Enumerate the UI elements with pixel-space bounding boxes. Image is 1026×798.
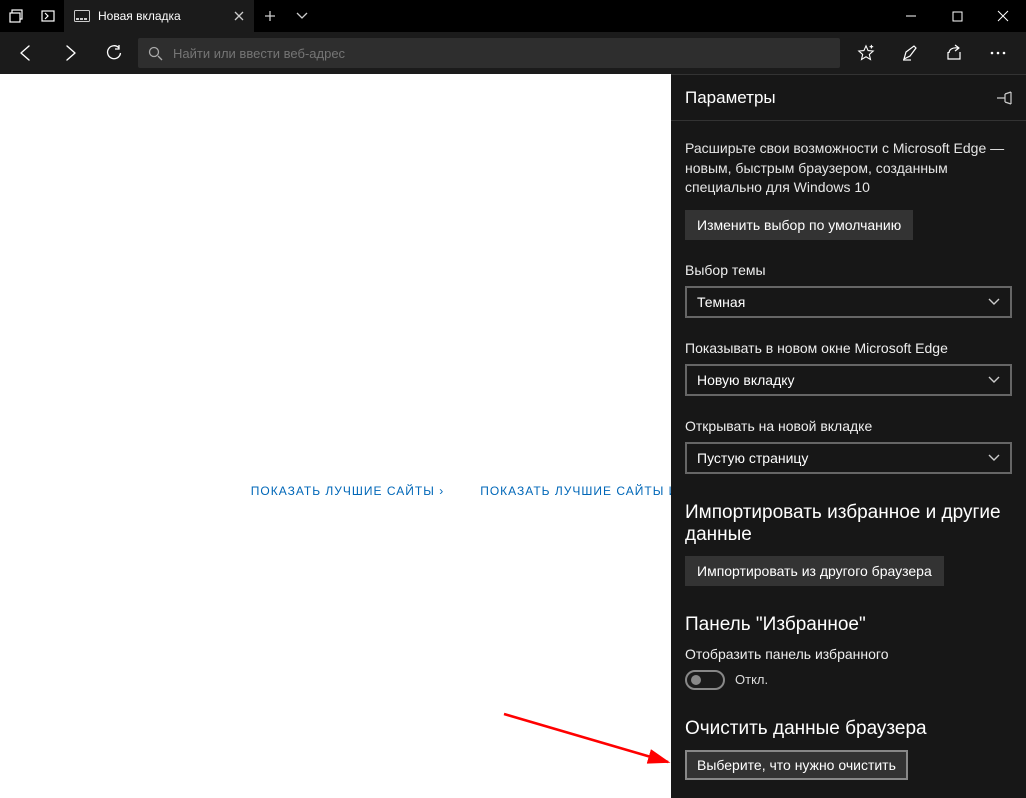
theme-label: Выбор темы	[685, 262, 1012, 278]
share-button[interactable]	[932, 33, 976, 73]
theme-select-value: Темная	[697, 294, 745, 310]
import-heading: Импортировать избранное и другие данные	[685, 502, 1012, 546]
annotation-arrow	[500, 710, 680, 770]
notes-button[interactable]	[888, 33, 932, 73]
open-new-tab-label: Открывать на новой вкладке	[685, 418, 1012, 434]
clear-data-heading: Очистить данные браузера	[685, 718, 1012, 740]
open-new-tab-select[interactable]: Пустую страницу	[685, 442, 1012, 474]
new-tab-button[interactable]	[254, 0, 286, 32]
window-minimize-button[interactable]	[888, 0, 934, 32]
chevron-down-icon	[988, 298, 1000, 306]
settings-panel-header: Параметры	[671, 75, 1026, 121]
tab-preview-icon[interactable]	[0, 0, 32, 32]
show-favorites-label: Отобразить панель избранного	[685, 646, 1012, 662]
promo-text: Расширьте свои возможности с Microsoft E…	[685, 139, 1012, 198]
back-button[interactable]	[6, 33, 46, 73]
tabs-dropdown-icon[interactable]	[286, 0, 318, 32]
show-top-sites-link[interactable]: ПОКАЗАТЬ ЛУЧШИЕ САЙТЫ ›	[251, 484, 444, 498]
forward-button[interactable]	[50, 33, 90, 73]
browser-tab[interactable]: Новая вкладка	[64, 0, 254, 32]
toolbar	[0, 32, 1026, 74]
toggle-off-label: Откл.	[735, 672, 768, 687]
settings-panel: Параметры Расширьте свои возможности с M…	[671, 74, 1026, 798]
window-close-button[interactable]	[980, 0, 1026, 32]
tab-close-icon[interactable]	[234, 11, 244, 21]
favorites-heading: Панель "Избранное"	[685, 614, 1012, 636]
address-input[interactable]	[173, 46, 830, 61]
import-button[interactable]: Импортировать из другого браузера	[685, 556, 944, 586]
more-button[interactable]	[976, 33, 1020, 73]
settings-panel-title: Параметры	[685, 88, 776, 108]
content-area: ПОКАЗАТЬ ЛУЧШИЕ САЙТЫ › ПОКАЗАТЬ ЛУЧШИЕ …	[0, 74, 1026, 798]
titlebar: Новая вкладка	[0, 0, 1026, 32]
pin-icon[interactable]	[996, 91, 1012, 105]
new-window-select[interactable]: Новую вкладку	[685, 364, 1012, 396]
tab-favicon	[74, 8, 90, 24]
new-window-select-value: Новую вкладку	[697, 372, 795, 388]
chevron-down-icon	[988, 376, 1000, 384]
window-maximize-button[interactable]	[934, 0, 980, 32]
new-window-label: Показывать в новом окне Microsoft Edge	[685, 340, 1012, 356]
tab-title: Новая вкладка	[98, 9, 181, 23]
open-new-tab-select-value: Пустую страницу	[697, 450, 808, 466]
address-bar[interactable]	[138, 38, 840, 68]
favorites-star-button[interactable]	[844, 33, 888, 73]
set-aside-tabs-icon[interactable]	[32, 0, 64, 32]
chevron-down-icon	[988, 454, 1000, 462]
search-icon	[148, 46, 163, 61]
refresh-button[interactable]	[94, 33, 134, 73]
change-default-button[interactable]: Изменить выбор по умолчанию	[685, 210, 913, 240]
favorites-bar-toggle[interactable]	[685, 670, 725, 690]
theme-select[interactable]: Темная	[685, 286, 1012, 318]
choose-what-to-clear-button[interactable]: Выберите, что нужно очистить	[685, 750, 908, 780]
